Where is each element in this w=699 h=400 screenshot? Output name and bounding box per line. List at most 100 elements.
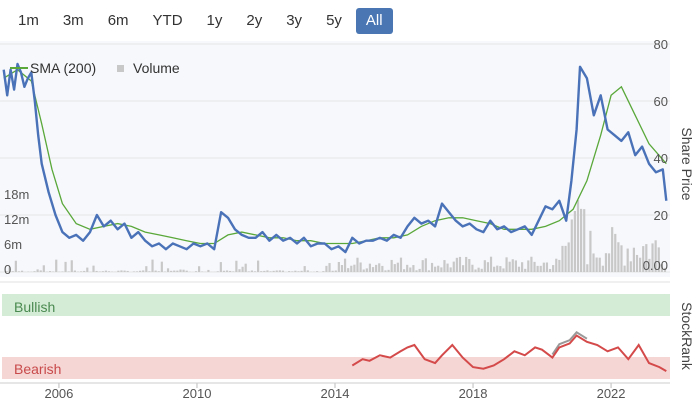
volume-bar <box>303 266 306 272</box>
volume-bar <box>592 253 595 272</box>
volume-tick-label: 6m <box>4 237 22 252</box>
volume-bar <box>586 264 589 272</box>
volume-bar <box>427 270 431 272</box>
volume-bar <box>347 268 350 272</box>
chart-legend: SMA (200) Volume <box>10 60 180 76</box>
volume-bar <box>39 270 42 272</box>
x-tick-label: 2006 <box>44 386 73 400</box>
volume-bar <box>198 266 201 272</box>
volume-bar <box>552 265 555 272</box>
volume-bar <box>126 270 129 272</box>
volume-bar <box>247 271 250 272</box>
volume-bar <box>614 233 617 272</box>
volume-bar <box>157 271 160 272</box>
volume-bar <box>260 271 263 272</box>
volume-bar <box>64 261 67 272</box>
volume-bar <box>325 265 328 272</box>
volume-bar <box>639 257 642 272</box>
volume-bar <box>179 269 182 272</box>
volume-bar <box>455 257 458 272</box>
volume-bar <box>61 271 64 272</box>
volume-bar <box>356 257 359 272</box>
volume-bar <box>520 262 524 272</box>
x-tick-label: 2010 <box>183 386 212 400</box>
volume-bar <box>316 271 319 272</box>
volume-bar <box>381 265 384 272</box>
volume-bar <box>437 265 440 272</box>
stockrank-axis-title: StockRank <box>679 302 695 371</box>
volume-bar <box>291 271 294 272</box>
volume-bar <box>70 260 73 272</box>
bearish-band <box>2 357 670 379</box>
volume-bar <box>275 270 278 272</box>
volume-bar <box>42 265 45 272</box>
volume-bar <box>468 259 471 272</box>
volume-bar <box>334 270 337 272</box>
x-tick-label: 2014 <box>321 386 350 400</box>
volume-bar <box>368 263 372 272</box>
volume-bar <box>511 259 514 272</box>
volume-bar <box>79 271 83 272</box>
volume-bar <box>257 260 260 272</box>
volume-bar <box>635 254 639 272</box>
volume-bar <box>83 270 86 272</box>
volume-bar <box>496 265 499 272</box>
volume-bar <box>92 265 95 272</box>
volume-bar <box>446 263 449 272</box>
bullish-label: Bullish <box>14 299 55 315</box>
volume-bar <box>86 267 89 272</box>
volume-bar <box>399 257 403 272</box>
volume-bar <box>409 267 412 272</box>
volume-bar <box>424 258 427 272</box>
volume-bar <box>306 270 309 272</box>
stock-chart: 80 60 40 20 0.00 18m 12m 6m 0 Share Price SMA (… <box>0 37 695 400</box>
volume-bar <box>474 269 477 272</box>
volume-bar <box>95 270 98 272</box>
volume-bar <box>340 264 344 272</box>
volume-bar <box>67 271 70 272</box>
volume-bar <box>225 270 229 272</box>
volume-bar <box>229 270 232 272</box>
volume-bar <box>107 271 111 272</box>
volume-bar <box>617 242 620 272</box>
volume-bar <box>216 271 219 272</box>
volume-bar <box>499 266 502 272</box>
volume-bar <box>33 271 36 272</box>
volume-bar <box>288 271 291 272</box>
volume-bar <box>36 269 39 272</box>
volume-bar <box>390 259 393 272</box>
volume-bar <box>241 266 244 272</box>
volume-bar <box>253 271 257 272</box>
price-tick-label: 40 <box>654 151 668 166</box>
volume-bar <box>371 267 375 272</box>
volume-bar <box>465 256 468 272</box>
volume-bar <box>508 261 511 272</box>
volume-bar <box>396 262 399 272</box>
volume-bar <box>101 271 104 272</box>
bearish-label: Bearish <box>14 361 61 377</box>
volume-bar <box>160 261 163 272</box>
volume-bar <box>461 265 465 272</box>
volume-bar <box>294 270 297 272</box>
share-price-axis-title: Share Price <box>679 127 695 200</box>
volume-bar <box>176 270 179 272</box>
volume-bar <box>120 270 123 272</box>
volume-bar <box>281 270 285 272</box>
volume-bar <box>232 271 235 272</box>
volume-bar <box>222 270 226 272</box>
volume-bar <box>148 271 151 272</box>
volume-bar <box>480 268 483 272</box>
volume-bar <box>595 257 598 272</box>
volume-bar <box>505 257 508 272</box>
volume-bar <box>489 256 493 272</box>
volume-bar <box>418 268 421 272</box>
volume-bar <box>138 270 142 272</box>
volume-bar <box>104 270 108 272</box>
volume-bar <box>567 242 570 272</box>
volume-tick-label: 0 <box>4 262 11 277</box>
volume-bar <box>502 268 505 272</box>
volume-bar <box>443 260 446 272</box>
volume-bar <box>598 257 601 272</box>
volume-bar <box>415 270 418 272</box>
volume-bar <box>117 270 120 272</box>
